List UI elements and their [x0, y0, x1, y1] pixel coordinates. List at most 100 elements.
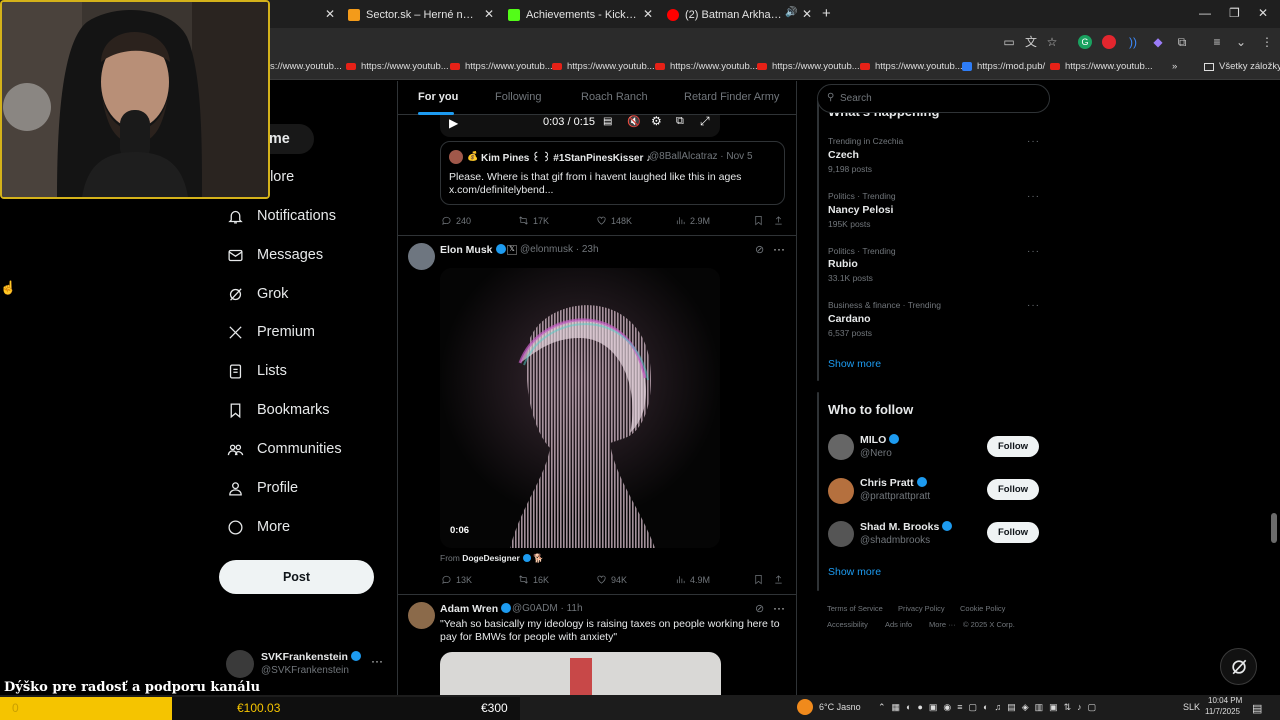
search-input[interactable]: ⚲ Search [817, 84, 1050, 113]
trend-title[interactable]: Rubio [828, 258, 858, 270]
weather-text[interactable]: 6°C Jasno [819, 702, 861, 712]
grok-explain-icon[interactable]: ⊘ [755, 243, 764, 256]
grok-floating-button[interactable] [1220, 648, 1257, 685]
suggested-user-name[interactable]: MILO [860, 434, 886, 446]
footer-link[interactable]: Privacy Policy [898, 604, 945, 613]
avatar[interactable] [408, 602, 435, 629]
play-icon[interactable]: ▶ [449, 116, 458, 130]
tweet-image[interactable] [440, 652, 721, 695]
extension-wave-icon[interactable]: )) [1126, 35, 1140, 49]
footer-link[interactable]: Ads info [885, 620, 912, 629]
captions-icon[interactable]: ▤ [603, 116, 612, 127]
extension-red-icon[interactable] [1102, 35, 1116, 49]
close-tab-icon[interactable]: ✕ [802, 7, 812, 21]
tweet-more-icon[interactable]: ··· [773, 242, 785, 256]
bookmark-item[interactable]: https://www.youtub... [346, 61, 449, 72]
nav-more[interactable]: More [226, 515, 290, 539]
follow-button[interactable]: Follow [987, 436, 1039, 457]
nav-communities[interactable]: Communities [226, 437, 342, 461]
menu-kebab-icon[interactable]: ⋮ [1260, 35, 1274, 49]
system-tray-icons[interactable]: ⌃▦◐●▣◉≡▢◐♫▤◈▥▣⇅♪▢ [878, 702, 1102, 713]
clock-time[interactable]: 10:04 PM [1208, 696, 1242, 705]
close-tab-icon[interactable]: ✕ [484, 7, 494, 21]
tab-retard-finder-army[interactable]: Retard Finder Army [684, 91, 779, 103]
quoted-link[interactable]: x.com/definitelybend... [449, 184, 553, 197]
views-stat[interactable]: 4.9M [675, 574, 710, 585]
bookmark-item[interactable]: https://mod.pub/ [962, 61, 1045, 72]
share-action[interactable] [773, 215, 788, 226]
bookmark-item[interactable]: https://www.youtub... [860, 61, 963, 72]
avatar[interactable] [828, 478, 854, 504]
bookmark-item[interactable]: https://www.youtub... [757, 61, 860, 72]
bookmark-item[interactable]: https://www.youtub... [552, 61, 655, 72]
close-tab-icon[interactable]: ✕ [643, 7, 653, 21]
follow-button[interactable]: Follow [987, 479, 1039, 500]
nav-premium[interactable]: Premium [226, 320, 315, 344]
bookmark-item[interactable]: https://www.youtub... [1050, 61, 1153, 72]
trend-title[interactable]: Czech [828, 149, 859, 161]
nav-lists[interactable]: Lists [226, 359, 287, 383]
footer-link[interactable]: Accessibility [827, 620, 868, 629]
bookmarks-overflow-icon[interactable]: » [1172, 61, 1177, 72]
tab-roach-ranch[interactable]: Roach Ranch [581, 91, 648, 103]
restore-icon[interactable]: ❐ [1229, 6, 1240, 20]
trend-title[interactable]: Cardano [828, 313, 871, 325]
clock-date[interactable]: 11/7/2025 [1205, 707, 1240, 716]
grok-explain-icon[interactable]: ⊘ [755, 602, 764, 615]
views-stat[interactable]: 2.9M [675, 215, 710, 226]
speaker-icon[interactable]: 🔊 [785, 7, 797, 18]
nav-grok[interactable]: Grok [226, 282, 288, 306]
tweet-video[interactable]: 0:06 [440, 268, 720, 548]
like-stat[interactable]: 94K [596, 574, 627, 585]
footer-link[interactable]: Cookie Policy [960, 604, 1005, 613]
fullscreen-icon[interactable]: ⤢ [700, 114, 710, 129]
from-source[interactable]: DogeDesigner [462, 553, 520, 563]
reply-stat[interactable]: 240 [441, 215, 471, 226]
bookmark-item[interactable]: s://www.youtub... [270, 61, 342, 72]
cast-icon[interactable]: ▭ [1002, 35, 1016, 49]
suggested-user-name[interactable]: Shad M. Brooks [860, 521, 939, 533]
nav-notifications[interactable]: Notifications [226, 204, 336, 228]
tab-search-chevron-icon[interactable]: ⌄ [1234, 35, 1248, 49]
repost-stat[interactable]: 16K [518, 574, 549, 585]
extension-diamond-icon[interactable]: ◆ [1151, 35, 1165, 49]
trends-show-more-link[interactable]: Show more [828, 358, 881, 370]
suggested-user-name[interactable]: Chris Pratt [860, 477, 914, 489]
weather-icon[interactable] [797, 699, 813, 715]
nav-messages[interactable]: Messages [226, 243, 323, 267]
tab-kick-dashboard[interactable]: Achievements - Kick Dashboard [508, 4, 638, 26]
bookmark-action[interactable] [753, 574, 768, 585]
trend-more-icon[interactable]: ··· [1027, 136, 1040, 147]
avatar[interactable] [408, 243, 435, 270]
bookmark-action[interactable] [753, 215, 768, 226]
tab-for-you[interactable]: For you [418, 91, 458, 103]
extensions-puzzle-icon[interactable]: ⧉ [1175, 35, 1189, 49]
minimize-icon[interactable]: — [1199, 6, 1211, 20]
follow-show-more-link[interactable]: Show more [828, 566, 881, 578]
avatar[interactable] [828, 521, 854, 547]
tab-youtube-batman[interactable]: (2) Batman Arkham Knight [667, 4, 782, 26]
trend-more-icon[interactable]: ··· [1027, 191, 1040, 202]
close-window-icon[interactable]: ✕ [1258, 6, 1268, 20]
trend-more-icon[interactable]: ··· [1027, 300, 1040, 311]
account-more-icon[interactable]: ··· [371, 654, 383, 668]
picture-in-picture-icon[interactable]: ⧉ [676, 115, 684, 128]
tab-following[interactable]: Following [495, 91, 541, 103]
tab-sector[interactable]: Sector.sk – Herné novinky, rece [348, 4, 476, 26]
settings-gear-icon[interactable]: ⚙ [651, 114, 662, 128]
account-switcher[interactable]: SVKFrankenstein @SVKFrankenstein ··· [226, 648, 396, 680]
grammarly-extension-icon[interactable]: G [1078, 35, 1092, 49]
scrollbar-thumb[interactable] [1271, 513, 1277, 543]
tweet-more-icon[interactable]: ··· [773, 601, 785, 615]
all-bookmarks-folder[interactable]: Všetky záložky [1204, 61, 1280, 72]
close-tab-icon[interactable]: ✕ [325, 7, 335, 21]
notifications-icon[interactable]: ▤ [1252, 702, 1262, 715]
repost-stat[interactable]: 17K [518, 215, 549, 226]
star-bookmark-icon[interactable]: ☆ [1045, 35, 1059, 49]
new-tab-plus-icon[interactable]: + [822, 5, 831, 22]
trend-title[interactable]: Nancy Pelosi [828, 204, 893, 216]
mute-icon[interactable]: 🔇 [627, 115, 641, 128]
author-name[interactable]: Adam Wren [440, 603, 498, 615]
bookmark-item[interactable]: https://www.youtub... [655, 61, 758, 72]
avatar[interactable] [828, 434, 854, 460]
